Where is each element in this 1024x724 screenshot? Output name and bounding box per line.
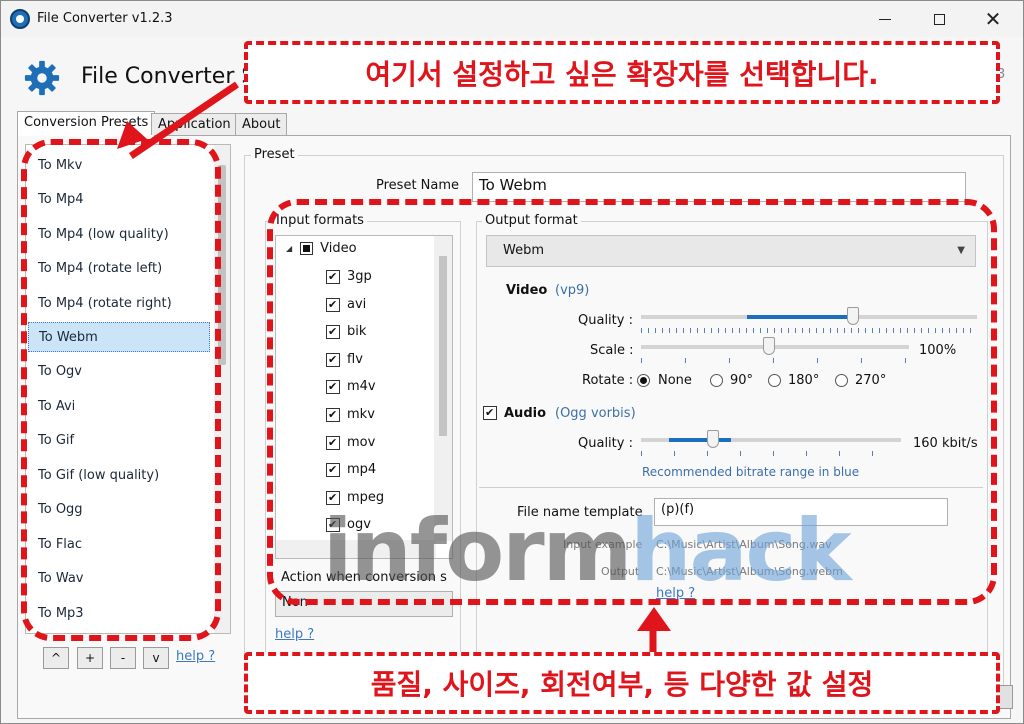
annotation-outline-preset-list [21,139,221,641]
move-down-button[interactable]: v [143,647,169,669]
tab-about[interactable]: About [235,113,288,135]
top-callout: 여기서 설정하고 싶은 확장자를 선택합니다. [244,41,1000,104]
app-window: File Converter v1.2.3 ✕ File Converter S… [0,0,1024,724]
gear-icon [24,60,60,96]
window-title: File Converter v1.2.3 [37,11,173,26]
close-icon: ✕ [984,7,1002,31]
input-help-link[interactable]: help ? [275,627,314,642]
minimize-button[interactable] [865,5,905,33]
close-button[interactable]: ✕ [973,5,1013,33]
annotation-arrowhead-icon-2 [637,607,671,631]
bottom-callout: 품질, 사이즈, 회전여부, 등 다양한 값 설정 [244,652,1000,714]
app-logo-icon [10,9,30,29]
maximize-icon [933,13,945,25]
maximize-button[interactable] [919,5,959,33]
minimize-icon [879,18,891,20]
move-up-button[interactable]: ^ [43,647,69,669]
annotation-outline-settings [267,199,997,605]
preset-name-input[interactable]: To Webm [472,172,966,202]
annotation-arrowhead-icon [117,121,147,149]
add-preset-button[interactable]: + [77,647,103,669]
preset-name-label: Preset Name [376,178,460,193]
preset-list-help-link[interactable]: help ? [176,649,215,664]
preset-group-title: Preset [251,147,298,162]
title-bar[interactable]: File Converter v1.2.3 ✕ [1,1,1023,37]
remove-preset-button[interactable]: - [110,647,136,669]
